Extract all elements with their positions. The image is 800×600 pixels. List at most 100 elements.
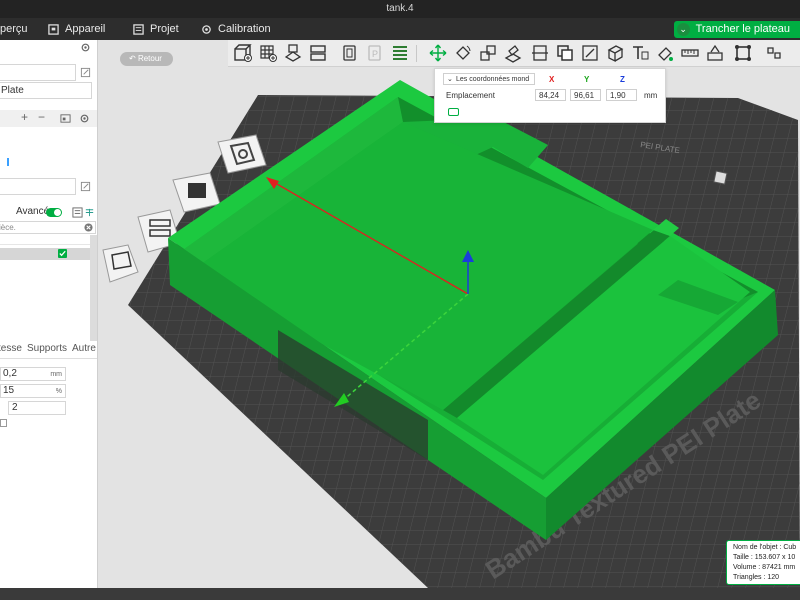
z-position-value: 1,90 [610,91,626,100]
text-tool-icon[interactable] [630,43,650,63]
menu-item-device-label: Appareil [65,23,106,35]
chevron-down-icon: ⌄ [447,76,453,83]
fit-view-icon[interactable] [733,43,753,63]
advanced-label: Avancé [16,206,50,217]
app-window: tank.4 perçu Appareil Projet Calibration… [0,0,800,600]
boolean-tool-icon[interactable] [555,43,575,63]
compare-icon[interactable] [84,207,95,218]
rotate-tool-icon[interactable] [453,43,473,63]
back-button[interactable]: ↶ Retour [120,52,173,66]
add-icon[interactable]: + [19,111,30,123]
object-list-header [0,235,97,245]
infill-density-field[interactable]: 15 % [0,384,66,398]
svg-text:P: P [372,49,378,59]
auto-orient-toolbar-icon[interactable] [283,43,303,63]
variable-layer-height-icon[interactable] [390,43,410,63]
option-checkbox[interactable] [0,419,7,427]
menu-item-project[interactable]: Projet [133,18,179,40]
measure-tool-icon[interactable] [680,43,700,63]
tab-strength[interactable]: tesse [0,343,22,354]
advanced-toggle[interactable] [46,208,62,217]
menu-item-calibration-label: Calibration [218,23,271,35]
tab-others[interactable]: Autre [72,343,96,354]
list-icon[interactable] [72,207,83,218]
split-objects-icon[interactable] [340,43,360,63]
y-header: Y [584,75,590,84]
back-arrow-icon: ↶ [129,54,138,63]
object-volume: Volume : 87421 mm [733,564,796,571]
coordinate-system-select[interactable]: ⌄ Les coordonnées mond [443,73,535,85]
edit-icon[interactable] [80,67,91,78]
lay-on-face-icon[interactable] [503,43,523,63]
assembly-icon[interactable] [705,43,725,63]
move-tool-icon[interactable] [428,43,448,63]
cut-tool-icon[interactable] [530,43,550,63]
3d-viewport[interactable]: Bambu Textured PEI Plate PEI PLATE ↶ Ret… [98,40,800,588]
menu-item-calibration[interactable]: Calibration [201,18,271,40]
object-visible-checkbox[interactable] [58,249,67,258]
plate-qr-mark [713,170,728,185]
calibration-icon [202,24,211,34]
infill-density-value: 15 [3,385,15,396]
left-panel: Plate + − Avancé ièce. tesse Supports Au… [0,40,98,588]
search-placeholder: ièce. [0,223,16,232]
color-paint-icon[interactable] [655,43,675,63]
object-list-scrollbar[interactable] [90,235,97,341]
infill-density-unit: % [55,388,62,395]
more-tools-icon[interactable] [764,43,784,63]
arrange-all-icon[interactable] [308,43,328,63]
process-select[interactable] [0,178,76,195]
coordinate-system-label: Les coordonnées mond [456,76,530,83]
seam-paint-icon[interactable] [605,43,625,63]
printer-icon [48,23,59,35]
menu-item-project-label: Projet [150,23,179,35]
sync-icon[interactable] [60,113,71,124]
y-position-value: 96,61 [574,91,595,100]
menu-item-preview[interactable]: perçu [0,18,28,40]
z-header: Z [620,75,625,84]
x-position-input[interactable]: 84,24 [535,89,566,101]
menu-item-preview-label: perçu [0,23,28,35]
arrange-icon[interactable] [188,183,206,198]
x-position-value: 84,24 [539,91,560,100]
settings-tabs: tesse Supports Autre [0,343,97,359]
add-plate-icon[interactable] [258,43,278,63]
slice-plate-button[interactable]: ⌄ Trancher le plateau [673,21,800,38]
layer-height-unit: mm [50,371,62,378]
title-bar: tank.4 [0,0,800,18]
object-list-row-selected[interactable] [0,248,97,260]
menu-item-device[interactable]: Appareil [48,18,105,40]
object-name: Nom de l'objet : Cub [733,544,797,551]
z-position-input[interactable]: 1,90 [606,89,637,101]
tab-supports[interactable]: Supports [27,343,67,354]
taskbar-strip [0,588,800,600]
edit-process-icon[interactable] [80,181,91,192]
settings-gear-icon[interactable] [80,42,91,53]
reset-position-icon[interactable] [448,108,459,116]
layer-height-value: 0,2 [3,368,17,379]
menu-bar: perçu Appareil Projet Calibration ⌄ Tran… [0,18,800,40]
y-position-input[interactable]: 96,61 [570,89,601,101]
check-icon [59,250,66,257]
clear-search-icon[interactable] [84,223,93,232]
add-object-icon[interactable] [233,43,253,63]
back-button-label: Retour [137,54,162,63]
search-input[interactable]: ièce. [0,221,96,234]
main-toolbar: P [228,40,800,67]
remove-icon[interactable]: − [36,111,47,123]
x-header: X [549,75,555,84]
chevron-down-icon: ⌄ [676,23,690,36]
plate-type-select[interactable]: Plate [0,82,92,99]
coordinates-panel: ⌄ Les coordonnées mond X Y Z Emplacement… [434,68,666,123]
layer-height-field[interactable]: 0,2 mm [0,367,66,381]
wall-loops-field[interactable]: 2 [8,401,66,415]
split-parts-icon[interactable]: P [365,43,385,63]
scale-tool-icon[interactable] [478,43,498,63]
filament-gear-icon[interactable] [79,113,90,124]
location-label: Emplacement [446,91,495,100]
support-paint-icon[interactable] [580,43,600,63]
object-size: Taille : 153.607 x 10 [733,554,796,561]
position-unit: mm [644,91,658,100]
printer-select[interactable] [0,64,76,81]
toolbar-divider [416,45,417,62]
